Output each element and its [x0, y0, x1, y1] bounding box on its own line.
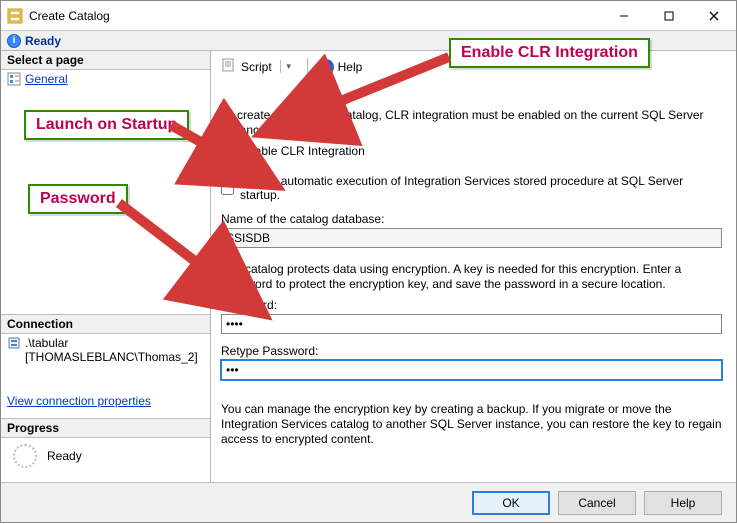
script-dropdown[interactable]: Script ▼ [221, 57, 297, 76]
help-dialog-button-label: Help [671, 496, 696, 510]
toolbar: Script ▼ ? Help [221, 57, 722, 80]
enable-clr-row[interactable]: Enable CLR Integration [221, 144, 722, 158]
connection-server: .\tabular [25, 336, 198, 350]
sidebar: Select a page General Connection .\tabul… [1, 51, 211, 482]
enable-auto-exec-checkbox[interactable] [221, 182, 234, 195]
progress-header: Progress [1, 419, 210, 438]
enable-auto-exec-label: Enable automatic execution of Integratio… [240, 174, 722, 202]
enable-auto-exec-row[interactable]: Enable automatic execution of Integratio… [221, 174, 722, 202]
page-icon [7, 72, 21, 86]
ok-button[interactable]: OK [472, 491, 550, 515]
password-field[interactable] [221, 314, 722, 334]
catalog-db-field[interactable] [221, 228, 722, 248]
select-page-header: Select a page [1, 51, 210, 70]
script-icon [221, 57, 237, 76]
close-button[interactable] [691, 1, 736, 30]
connection-user: [THOMASLEBLANC\Thomas_2] [25, 350, 198, 364]
ok-button-label: OK [502, 496, 519, 510]
chevron-down-icon: ▼ [280, 60, 297, 73]
catalog-db-label: Name of the catalog database: [221, 212, 722, 226]
progress-row: Ready [1, 438, 210, 474]
connection-info: .\tabular [THOMASLEBLANC\Thomas_2] [1, 334, 210, 366]
enable-clr-checkbox[interactable] [221, 145, 234, 158]
help-dialog-button[interactable]: Help [644, 491, 722, 515]
info-icon: i [7, 34, 21, 48]
help-label: Help [338, 60, 363, 74]
app-icon [7, 8, 23, 24]
dialog-button-bar: OK Cancel Help [1, 482, 736, 522]
main-content: Script ▼ ? Help To create and use the ca… [211, 51, 736, 482]
view-connection-properties-link[interactable]: View connection properties [7, 394, 151, 408]
retype-password-field[interactable] [221, 360, 722, 380]
sidebar-item-general[interactable]: General [1, 70, 210, 88]
status-bar: i Ready [1, 31, 736, 51]
connection-header: Connection [1, 315, 210, 334]
status-text: Ready [25, 34, 61, 48]
progress-spinner-icon [13, 444, 37, 468]
window-controls [601, 1, 736, 30]
password-label: Password: [221, 298, 722, 312]
script-label: Script [241, 60, 272, 74]
help-icon: ? [318, 59, 334, 75]
retype-password-label: Retype Password: [221, 344, 722, 358]
cancel-button[interactable]: Cancel [558, 491, 636, 515]
encryption-text: The catalog protects data using encrypti… [221, 262, 722, 292]
enable-clr-label: Enable CLR Integration [240, 144, 365, 158]
backup-text: You can manage the encryption key by cre… [221, 402, 722, 447]
window-title: Create Catalog [29, 9, 601, 23]
minimize-button[interactable] [601, 1, 646, 30]
sidebar-general-link[interactable]: General [25, 72, 68, 86]
cancel-button-label: Cancel [578, 496, 615, 510]
help-button[interactable]: ? Help [318, 59, 363, 75]
server-icon [7, 336, 21, 350]
maximize-button[interactable] [646, 1, 691, 30]
intro-text: To create and use the catalog, CLR integ… [221, 108, 722, 138]
titlebar: Create Catalog [1, 1, 736, 31]
progress-text: Ready [47, 449, 82, 463]
